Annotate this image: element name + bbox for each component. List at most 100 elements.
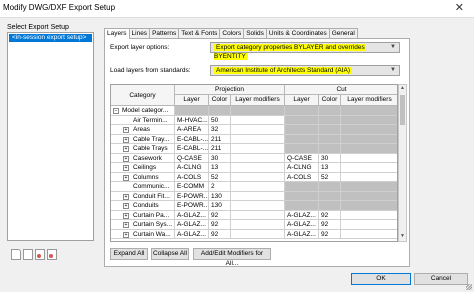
- category-cell[interactable]: + Columns: [111, 172, 175, 182]
- cut-color-cell[interactable]: 92: [319, 229, 341, 239]
- cut-layer-modifiers-cell[interactable]: [341, 230, 397, 239]
- cut-layer-modifiers-cell[interactable]: [341, 125, 397, 135]
- projection-layer-modifiers-cell[interactable]: [231, 201, 285, 211]
- projection-layer-cell[interactable]: [175, 106, 209, 116]
- table-row[interactable]: + Columns A-COLS 52 A-COLS 52: [111, 172, 397, 182]
- collapse-all-button[interactable]: Collapse All: [151, 248, 189, 260]
- table-row[interactable]: + Conduits E-POWR... 130: [111, 201, 397, 211]
- projection-layer-cell[interactable]: A-GLAZ...: [175, 210, 209, 220]
- cut-layer-cell[interactable]: [285, 144, 319, 154]
- cut-color-cell[interactable]: 52: [319, 172, 341, 182]
- cut-layer-modifiers-header[interactable]: Layer modifiers: [341, 95, 397, 106]
- projection-layer-modifiers-cell[interactable]: [231, 153, 285, 163]
- table-row[interactable]: + Cable Tray... E-CABL-... 211: [111, 134, 397, 144]
- table-scrollbar[interactable]: ▲ ▼: [398, 84, 407, 242]
- tab-solids[interactable]: Solids: [243, 28, 267, 38]
- cut-layer-cell[interactable]: Q-CASE: [285, 153, 319, 163]
- table-row[interactable]: + Cable Trays E-CABL-... 211: [111, 144, 397, 154]
- projection-color-cell[interactable]: 52: [209, 172, 231, 182]
- projection-layer-modifiers-cell[interactable]: [231, 182, 285, 192]
- cut-layer-modifiers-cell[interactable]: [341, 154, 397, 163]
- category-cell[interactable]: + Ceilings: [111, 163, 175, 173]
- projection-layer-modifiers-cell[interactable]: [231, 172, 285, 182]
- category-header[interactable]: Category: [111, 85, 175, 106]
- delete-setup-icon[interactable]: [47, 249, 57, 260]
- cut-color-cell[interactable]: [319, 191, 341, 201]
- cut-color-cell[interactable]: 92: [319, 220, 341, 230]
- category-cell[interactable]: + Conduit Fit...: [111, 191, 175, 201]
- setup-item-in-session[interactable]: <in-session export setup>: [9, 34, 92, 42]
- expand-icon[interactable]: +: [123, 174, 129, 181]
- cut-layer-modifiers-cell[interactable]: [341, 220, 397, 230]
- cut-layer-cell[interactable]: [285, 125, 319, 135]
- scroll-down-icon[interactable]: ▼: [399, 233, 406, 241]
- table-row[interactable]: + Areas A-AREA 32: [111, 125, 397, 135]
- projection-layer-modifiers-cell[interactable]: [231, 210, 285, 220]
- table-row[interactable]: Communic... E-COMM 2: [111, 182, 397, 192]
- table-row[interactable]: + Conduit Fit... E-POWR... 130: [111, 191, 397, 201]
- table-row[interactable]: + Curtain Sys... A-GLAZ... 92 A-GLAZ... 92: [111, 220, 397, 230]
- duplicate-setup-icon[interactable]: [23, 249, 33, 260]
- projection-layer-header[interactable]: Layer: [175, 95, 209, 106]
- cut-layer-header[interactable]: Layer: [285, 95, 319, 106]
- projection-color-cell[interactable]: 92: [209, 220, 231, 230]
- projection-layer-modifiers-cell[interactable]: [231, 125, 285, 135]
- cut-layer-cell[interactable]: A-GLAZ...: [285, 220, 319, 230]
- cut-color-cell[interactable]: 92: [319, 210, 341, 220]
- projection-color-cell[interactable]: 30: [209, 153, 231, 163]
- expand-icon[interactable]: +: [123, 203, 129, 209]
- projection-layer-modifiers-cell[interactable]: [231, 115, 285, 125]
- expand-icon[interactable]: +: [123, 222, 129, 228]
- export-layer-options-select[interactable]: Export category properties BYLAYER and o…: [210, 42, 400, 60]
- cut-layer-cell[interactable]: A-CLNG: [285, 163, 319, 173]
- tab-patterns[interactable]: Patterns: [149, 28, 180, 38]
- cut-layer-modifiers-cell[interactable]: [341, 144, 397, 154]
- projection-color-cell[interactable]: 2: [209, 182, 231, 192]
- projection-layer-cell[interactable]: M-HVAC...: [175, 115, 209, 125]
- export-setup-list[interactable]: <in-session export setup>: [7, 32, 94, 241]
- expand-icon[interactable]: +: [123, 136, 129, 143]
- close-icon[interactable]: ✕: [455, 1, 464, 14]
- new-setup-icon[interactable]: [11, 249, 21, 260]
- scroll-thumb[interactable]: [400, 95, 405, 125]
- category-cell[interactable]: Air Termin...: [111, 115, 175, 125]
- cut-color-cell[interactable]: [319, 201, 341, 211]
- projection-color-header[interactable]: Color: [209, 95, 231, 106]
- cut-layer-cell[interactable]: A-GLAZ...: [285, 210, 319, 220]
- projection-layer-cell[interactable]: E-CABL-...: [175, 134, 209, 144]
- projection-color-cell[interactable]: 32: [209, 125, 231, 135]
- expand-icon[interactable]: +: [123, 212, 129, 219]
- table-row[interactable]: + Curtain Pa... A-GLAZ... 92 A-GLAZ... 92: [111, 210, 397, 220]
- table-row[interactable]: Air Termin... M-HVAC... 50: [111, 115, 397, 125]
- expand-all-button[interactable]: Expand All: [110, 248, 148, 260]
- projection-layer-cell[interactable]: A-GLAZ...: [175, 220, 209, 230]
- cut-color-cell[interactable]: [319, 106, 341, 116]
- projection-layer-cell[interactable]: A-CLNG: [175, 163, 209, 173]
- projection-layer-cell[interactable]: E-CABL-...: [175, 144, 209, 154]
- cut-color-cell[interactable]: 13: [319, 163, 341, 173]
- projection-layer-cell[interactable]: E-COMM: [175, 182, 209, 192]
- tab-text-fonts[interactable]: Text & Fonts: [178, 28, 221, 38]
- projection-layer-cell[interactable]: Q-CASE: [175, 153, 209, 163]
- expand-icon[interactable]: +: [123, 193, 129, 200]
- cut-layer-modifiers-cell[interactable]: [341, 182, 397, 192]
- scroll-up-icon[interactable]: ▲: [399, 85, 406, 93]
- category-cell[interactable]: + Cable Tray...: [111, 134, 175, 144]
- tab-general[interactable]: General: [328, 28, 358, 38]
- load-layers-select[interactable]: American Institute of Architects Standar…: [210, 65, 400, 76]
- projection-color-cell[interactable]: 130: [209, 201, 231, 211]
- cut-layer-cell[interactable]: A-GLAZ...: [285, 229, 319, 239]
- tab-units-coordinates[interactable]: Units & Coordinates: [265, 28, 330, 38]
- tab-lines[interactable]: Lines: [128, 28, 151, 38]
- cut-layer-cell[interactable]: [285, 134, 319, 144]
- cut-color-header[interactable]: Color: [319, 95, 341, 106]
- table-row[interactable]: + Casework Q-CASE 30 Q-CASE 30: [111, 153, 397, 163]
- projection-color-cell[interactable]: 211: [209, 134, 231, 144]
- projection-color-cell[interactable]: 92: [209, 210, 231, 220]
- cut-layer-modifiers-cell[interactable]: [341, 115, 397, 125]
- table-row[interactable]: − Model categor...: [111, 106, 397, 116]
- projection-layer-modifiers-cell[interactable]: [231, 106, 285, 116]
- projection-color-cell[interactable]: 92: [209, 229, 231, 239]
- table-row[interactable]: + Ceilings A-CLNG 13 A-CLNG 13: [111, 163, 397, 173]
- category-cell[interactable]: − Model categor...: [111, 106, 175, 116]
